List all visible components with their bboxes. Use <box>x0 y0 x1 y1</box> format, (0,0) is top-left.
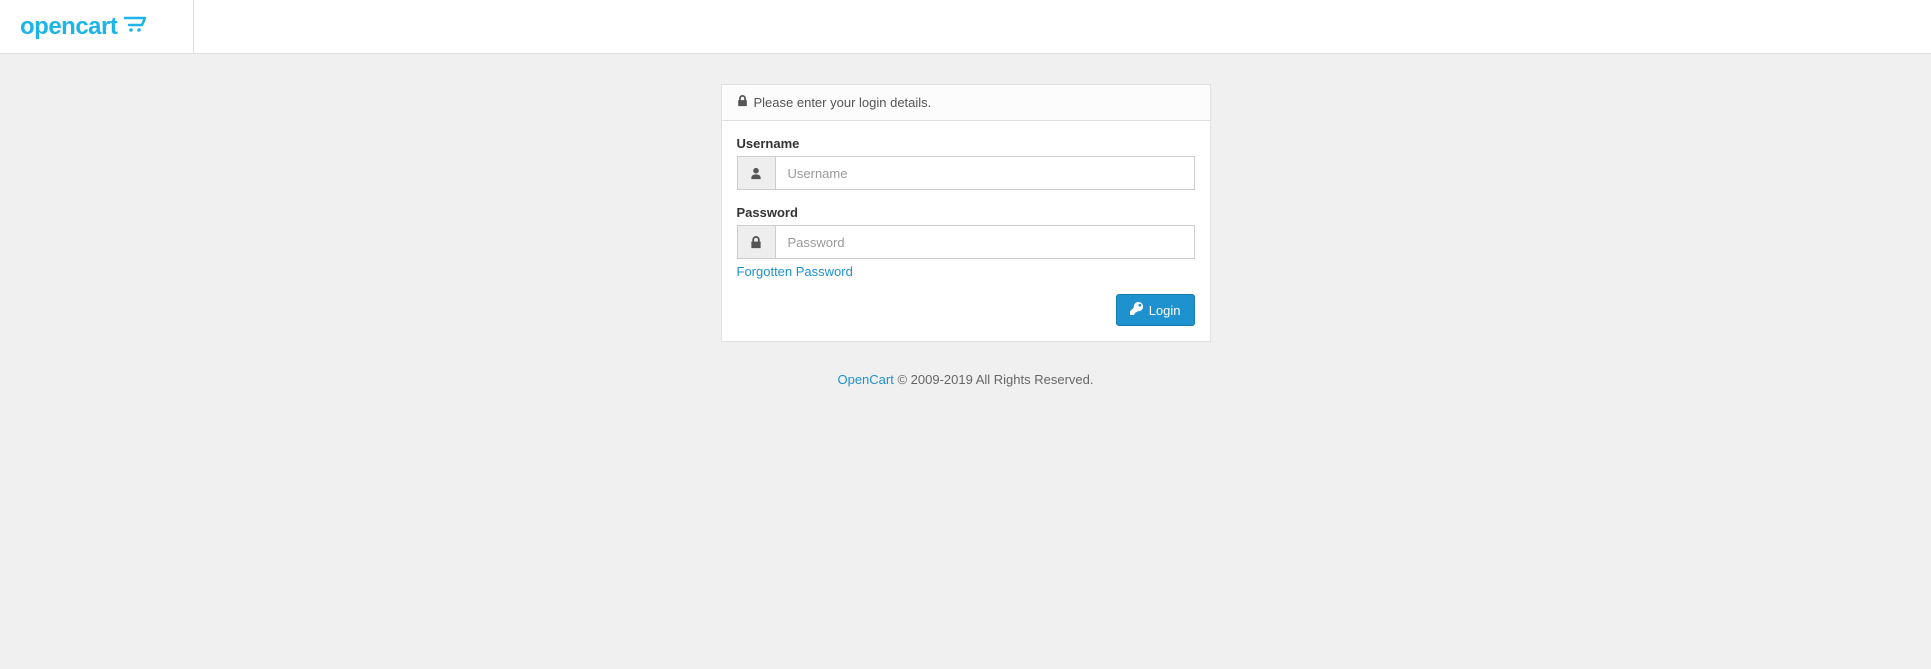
cart-icon <box>123 16 153 37</box>
password-label: Password <box>737 205 1195 220</box>
login-button-label: Login <box>1149 303 1181 318</box>
divider <box>193 0 194 54</box>
username-label: Username <box>737 136 1195 151</box>
logo[interactable]: opencart <box>20 13 153 41</box>
login-panel: Please enter your login details. Usernam… <box>721 84 1211 342</box>
footer-rights: © 2009-2019 All Rights Reserved. <box>894 372 1094 387</box>
forgotten-password-link[interactable]: Forgotten Password <box>737 264 853 279</box>
logo-text: opencart <box>20 13 117 41</box>
password-input[interactable] <box>775 225 1195 259</box>
user-icon <box>737 156 775 190</box>
lock-icon <box>737 225 775 259</box>
login-button[interactable]: Login <box>1116 294 1195 326</box>
footer: OpenCart © 2009-2019 All Rights Reserved… <box>721 372 1211 387</box>
header: opencart <box>0 0 1931 54</box>
panel-heading: Please enter your login details. <box>722 85 1210 121</box>
username-input[interactable] <box>775 156 1195 190</box>
panel-title: Please enter your login details. <box>754 95 932 110</box>
lock-icon <box>737 95 748 110</box>
footer-link[interactable]: OpenCart <box>837 372 893 387</box>
password-group: Password Forgotten Password <box>737 205 1195 279</box>
username-group: Username <box>737 136 1195 190</box>
key-icon <box>1130 302 1143 318</box>
